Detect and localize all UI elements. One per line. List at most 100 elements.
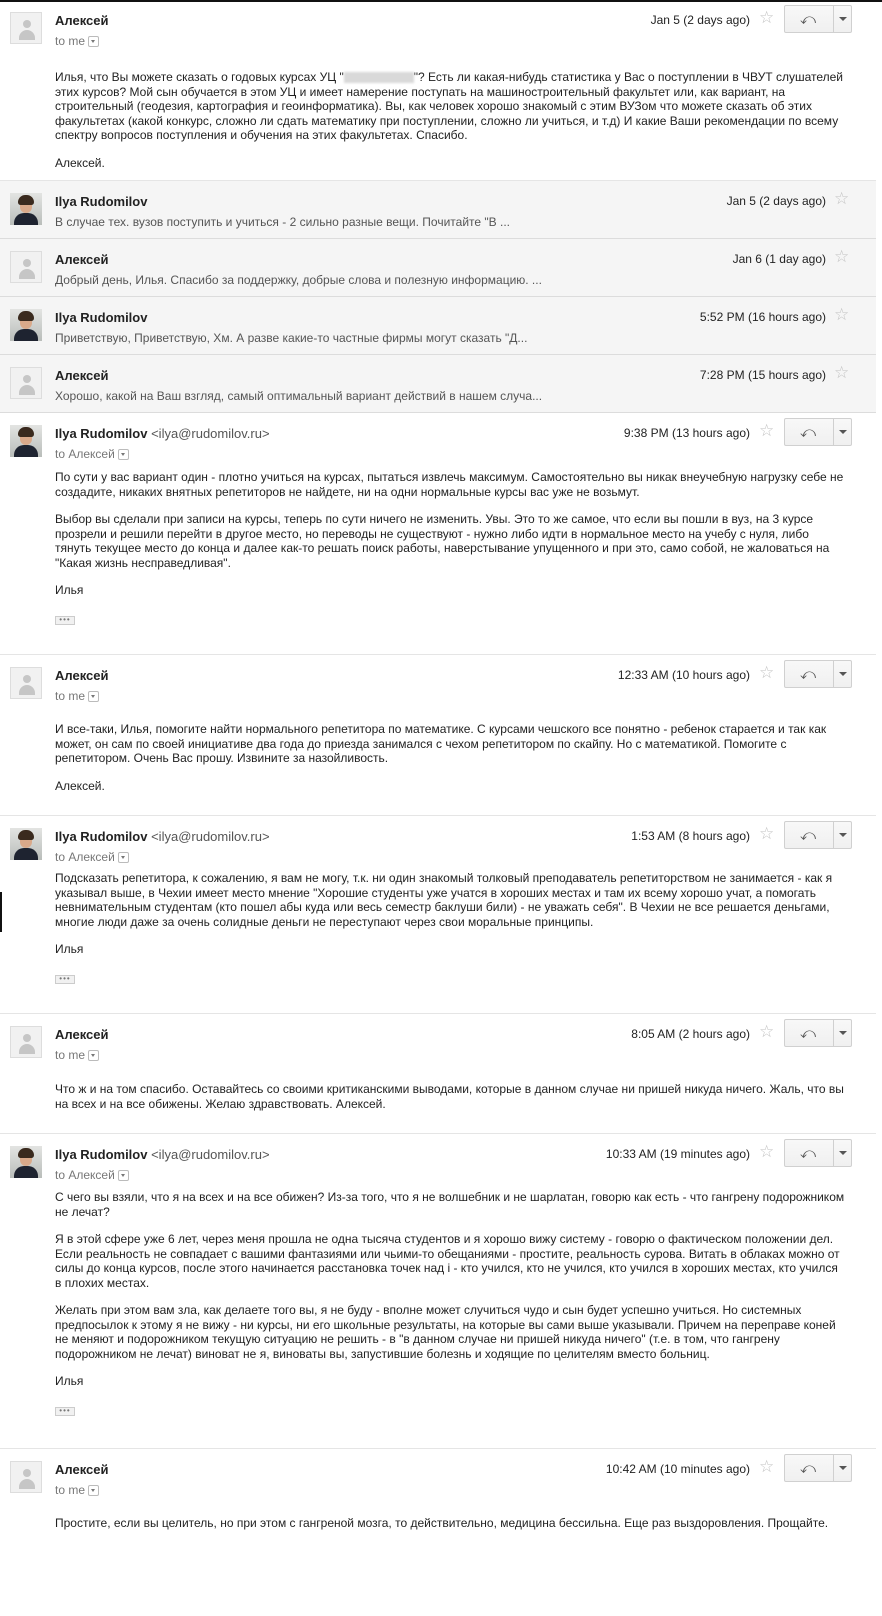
signature: Илья (55, 1374, 84, 1388)
star-icon[interactable]: ☆ (759, 9, 774, 26)
recipient-line[interactable]: to me (55, 1483, 100, 1497)
recipient-line[interactable]: to Алексей (55, 1168, 129, 1182)
body-paragraph: Что ж и на том спасибо. Оставайтесь со с… (55, 1082, 844, 1111)
reply-button[interactable]: ⤺ (785, 6, 834, 32)
body-paragraph: Простите, если вы целитель, но при этом … (55, 1516, 829, 1530)
sender-name: Алексей (55, 13, 109, 28)
more-options-button[interactable] (834, 1140, 851, 1166)
reply-icon: ⤺ (800, 827, 817, 844)
reply-icon: ⤺ (800, 666, 817, 683)
message-date: 9:38 PM (13 hours ago) (623, 426, 750, 440)
star-icon[interactable]: ☆ (759, 1143, 774, 1160)
body-paragraph: Я в этой сфере уже 6 лет, через меня про… (55, 1232, 840, 1290)
details-dropdown-icon[interactable] (88, 1485, 100, 1497)
avatar (10, 251, 42, 283)
message-snippet: В случае тех. вузов поступить и учиться … (55, 215, 510, 229)
more-options-button[interactable] (834, 1455, 851, 1481)
body-paragraph: По сути у вас вариант один - плотно учит… (55, 470, 844, 499)
message-date: 7:28 PM (15 hours ago) (699, 368, 826, 382)
reply-button[interactable]: ⤺ (785, 1020, 834, 1046)
message-date: 10:42 AM (10 minutes ago) (605, 1462, 750, 1476)
message-date: 10:33 AM (19 minutes ago) (605, 1147, 750, 1161)
details-dropdown-icon[interactable] (117, 449, 129, 461)
more-options-button[interactable] (834, 419, 851, 445)
recipient-label: to me (55, 34, 86, 48)
sender-email: <ilya@rudomilov.ru> (151, 1147, 270, 1162)
reply-button[interactable]: ⤺ (785, 419, 834, 445)
recipient-label: to Алексей (55, 850, 115, 864)
message-body: Илья, что Вы можете сказать о годовых ку… (55, 70, 845, 183)
message-collapsed[interactable]: Алексей Добрый день, Илья. Спасибо за по… (0, 239, 876, 297)
avatar (10, 367, 42, 399)
message-date: Jan 5 (2 days ago) (726, 194, 826, 208)
message-collapsed[interactable]: Алексей Хорошо, какой на Ваш взгляд, сам… (0, 355, 876, 413)
sender-name: Ilya Rudomilov <ilya@rudomilov.ru> (55, 829, 270, 844)
avatar (10, 828, 42, 860)
recipient-line[interactable]: to Алексей (55, 447, 129, 461)
message-expanded[interactable]: Ilya Rudomilov <ilya@rudomilov.ru> to Ал… (0, 413, 876, 655)
avatar (10, 309, 42, 341)
star-icon[interactable]: ☆ (759, 825, 774, 842)
message-expanded[interactable]: Алексей to me Jan 5 (2 days ago) ☆ ⤺ Иль… (0, 0, 876, 181)
star-icon[interactable]: ☆ (834, 306, 849, 323)
message-body: С чего вы взяли, что я на всех и на все … (55, 1190, 845, 1416)
body-text: Илья, что Вы можете сказать о годовых ку… (55, 70, 344, 84)
sender-name: Ilya Rudomilov <ilya@rudomilov.ru> (55, 426, 270, 441)
message-date: 12:33 AM (10 hours ago) (617, 668, 750, 682)
star-icon[interactable]: ☆ (759, 422, 774, 439)
avatar (10, 12, 42, 44)
reply-button[interactable]: ⤺ (785, 822, 834, 848)
more-options-button[interactable] (834, 1020, 851, 1046)
message-expanded[interactable]: Ilya Rudomilov <ilya@rudomilov.ru> to Ал… (0, 816, 876, 1014)
message-expanded[interactable]: Алексей to me 12:33 AM (10 hours ago) ☆ … (0, 655, 876, 816)
message-snippet: Хорошо, какой на Ваш взгляд, самый оптим… (55, 389, 543, 403)
star-icon[interactable]: ☆ (759, 664, 774, 681)
avatar (10, 425, 42, 457)
more-options-button[interactable] (834, 661, 851, 687)
reply-button-group: ⤺ (784, 1454, 852, 1482)
message-body: И все-таки, Илья, помогите найти нормаль… (55, 722, 845, 806)
reply-button-group: ⤺ (784, 1139, 852, 1167)
details-dropdown-icon[interactable] (88, 691, 100, 703)
reply-button[interactable]: ⤺ (785, 1455, 834, 1481)
star-icon[interactable]: ☆ (834, 364, 849, 381)
details-dropdown-icon[interactable] (88, 1050, 100, 1062)
star-icon[interactable]: ☆ (834, 190, 849, 207)
reply-button[interactable]: ⤺ (785, 1140, 834, 1166)
reply-button-group: ⤺ (784, 821, 852, 849)
sender-email: <ilya@rudomilov.ru> (151, 829, 270, 844)
body-paragraph: Выбор вы сделали при записи на курсы, те… (55, 512, 830, 570)
reply-button-group: ⤺ (784, 1019, 852, 1047)
details-dropdown-icon[interactable] (88, 36, 100, 48)
show-trimmed-content-button[interactable]: ••• (55, 1406, 75, 1416)
more-options-button[interactable] (834, 822, 851, 848)
avatar (10, 667, 42, 699)
star-icon[interactable]: ☆ (834, 248, 849, 265)
body-paragraph: С чего вы взяли, что я на всех и на все … (55, 1190, 845, 1219)
recipient-line[interactable]: to me (55, 1048, 100, 1062)
body-paragraph: Желать при этом вам зла, как делаете тог… (55, 1303, 836, 1361)
message-expanded[interactable]: Ilya Rudomilov <ilya@rudomilov.ru> to Ал… (0, 1134, 876, 1449)
recipient-line[interactable]: to me (55, 34, 100, 48)
message-expanded[interactable]: Алексей to me 8:05 AM (2 hours ago) ☆ ⤺ … (0, 1014, 876, 1134)
message-collapsed[interactable]: Ilya Rudomilov В случае тех. вузов посту… (0, 181, 876, 239)
reply-button[interactable]: ⤺ (785, 661, 834, 687)
details-dropdown-icon[interactable] (117, 852, 129, 864)
recipient-line[interactable]: to me (55, 689, 100, 703)
details-dropdown-icon[interactable] (117, 1170, 129, 1182)
show-trimmed-content-button[interactable]: ••• (55, 974, 75, 984)
reply-icon: ⤺ (800, 1145, 817, 1162)
recipient-line[interactable]: to Алексей (55, 850, 129, 864)
star-icon[interactable]: ☆ (759, 1458, 774, 1475)
signature: Алексей. (55, 155, 105, 170)
star-icon[interactable]: ☆ (759, 1023, 774, 1040)
show-trimmed-content-button[interactable]: ••• (55, 615, 75, 625)
message-collapsed[interactable]: Ilya Rudomilov Приветствую, Приветствую,… (0, 297, 876, 355)
message-expanded[interactable]: Алексей to me 10:42 AM (10 minutes ago) … (0, 1449, 876, 1616)
reply-button-group: ⤺ (784, 660, 852, 688)
avatar (10, 1146, 42, 1178)
message-date: Jan 5 (2 days ago) (650, 13, 750, 27)
message-snippet: Приветствую, Приветствую, Хм. А разве ка… (55, 331, 528, 345)
more-options-button[interactable] (834, 6, 851, 32)
reply-button-group: ⤺ (784, 418, 852, 446)
